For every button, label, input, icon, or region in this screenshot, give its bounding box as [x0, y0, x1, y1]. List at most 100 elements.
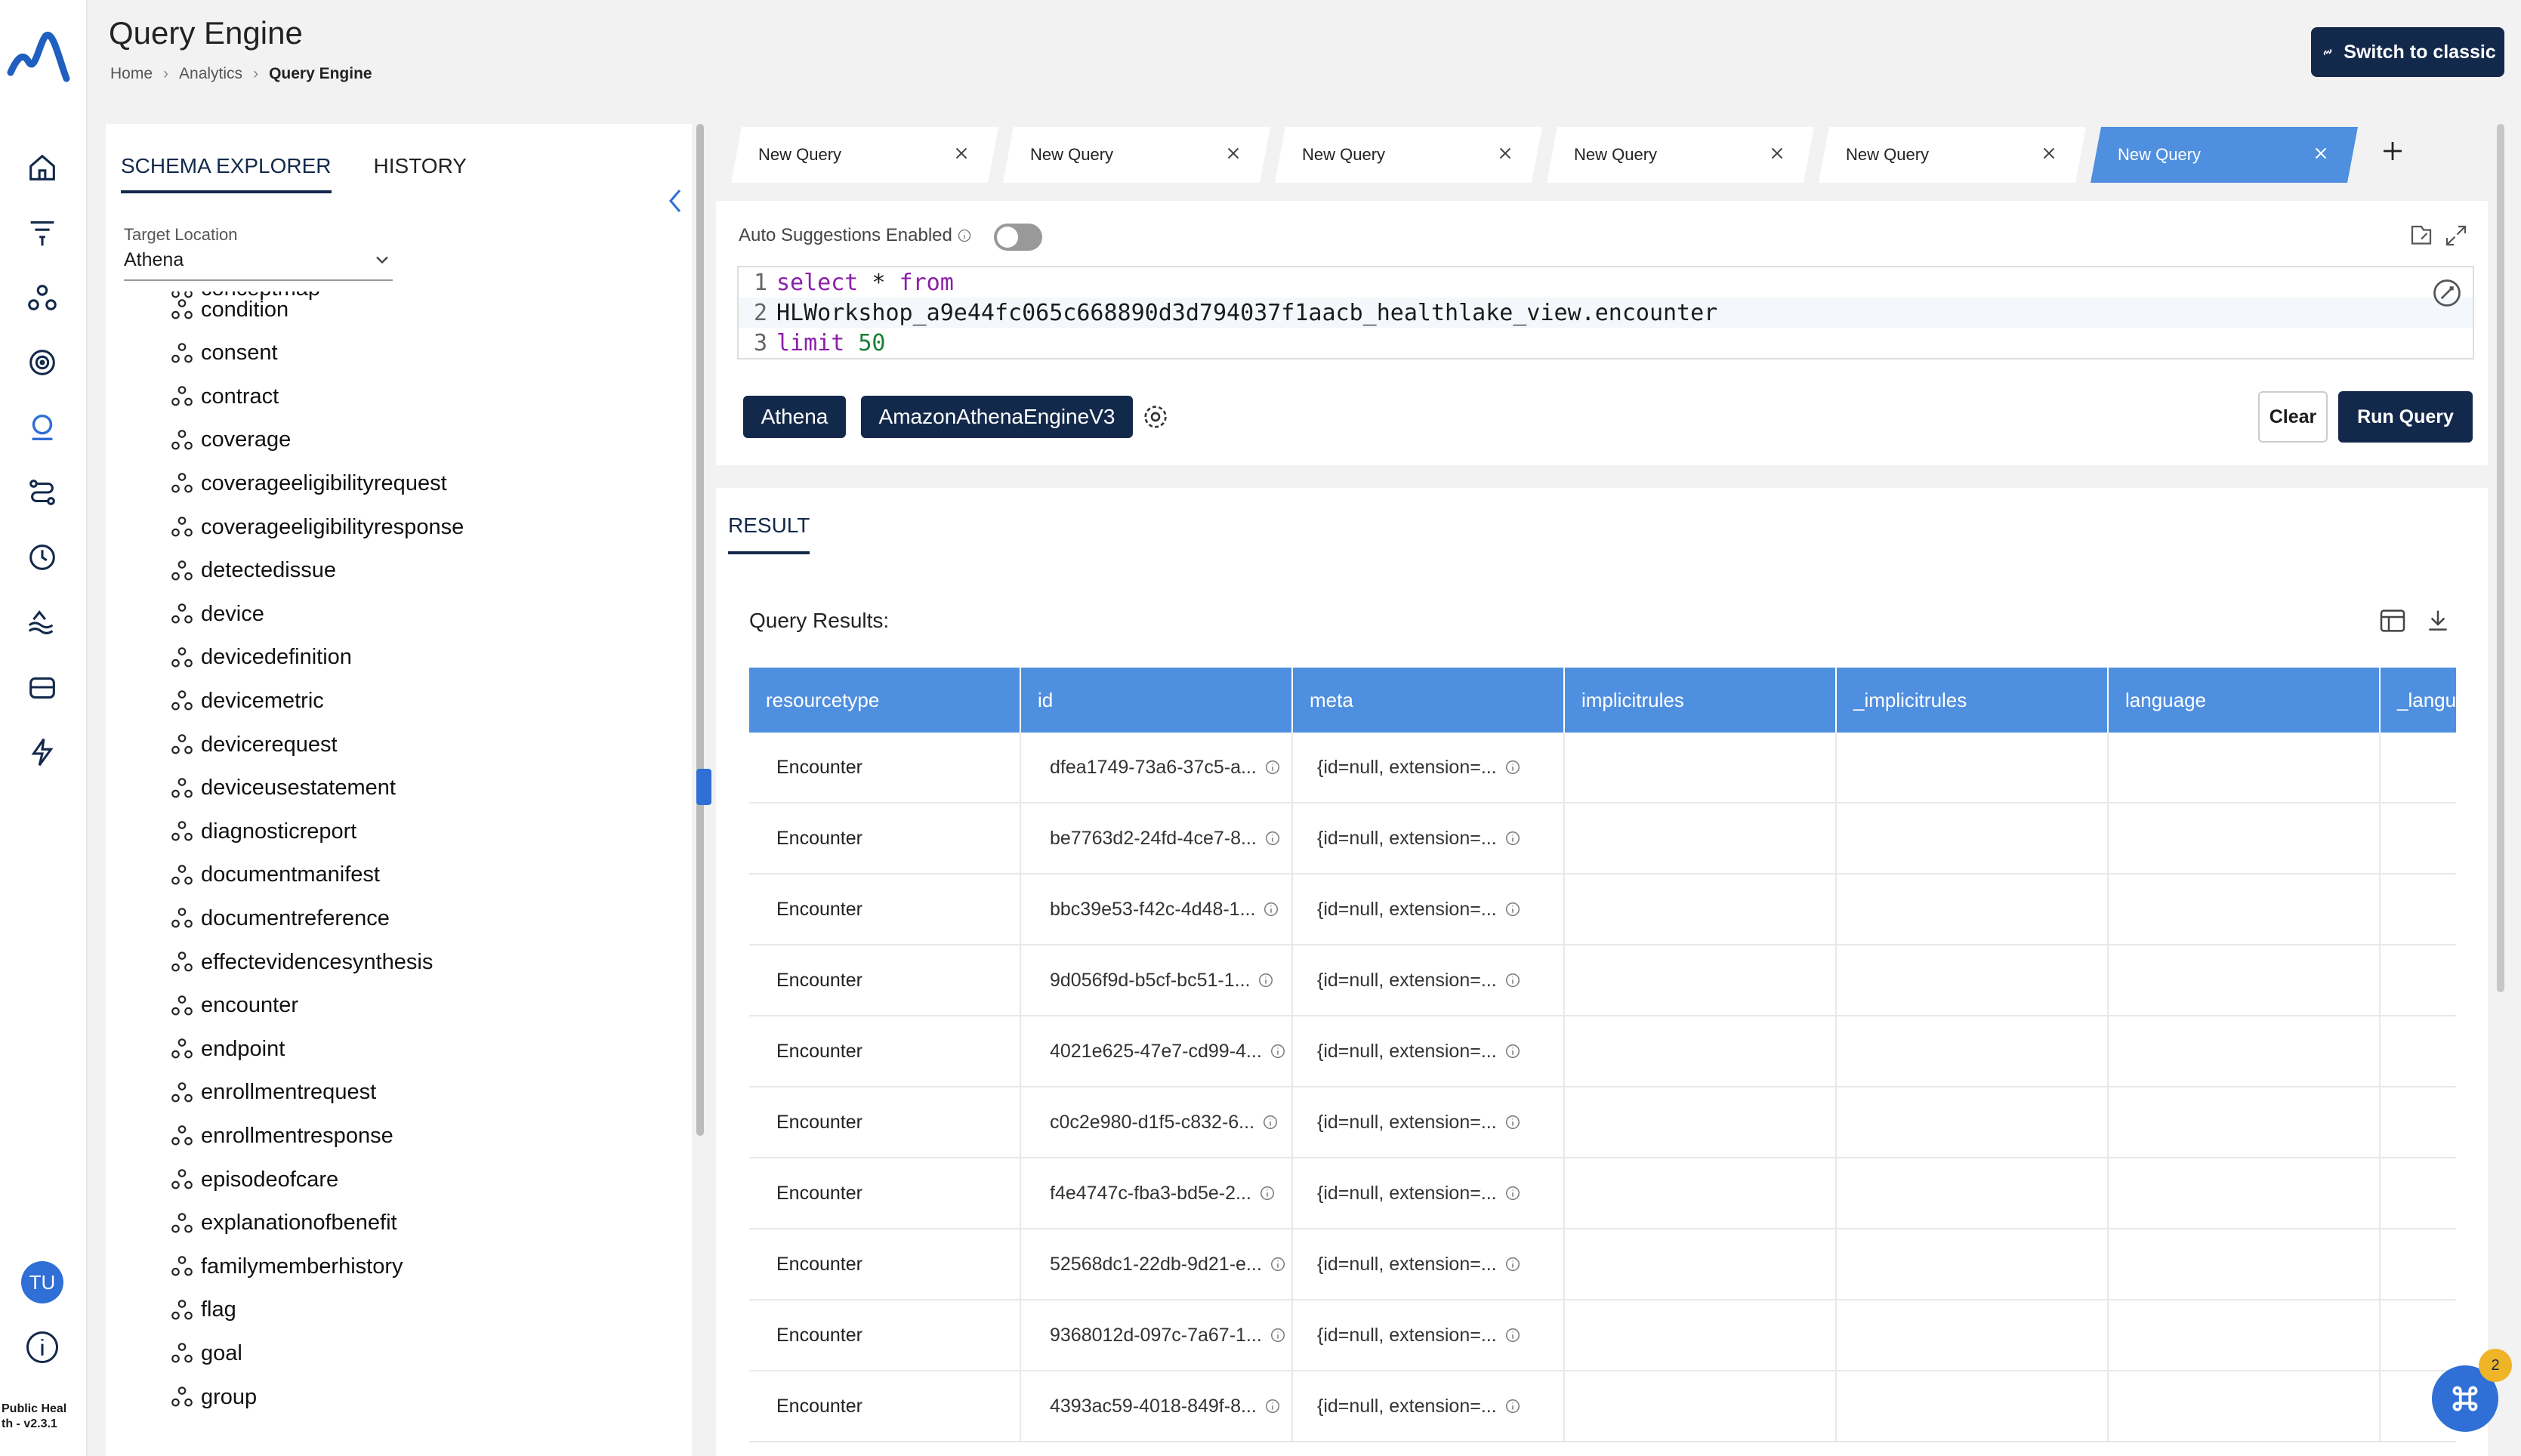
info-icon[interactable]: [1504, 1398, 1521, 1414]
schema-item[interactable]: devicerequest: [169, 730, 338, 760]
schema-item[interactable]: goal: [169, 1338, 242, 1368]
tab-schema-explorer[interactable]: SCHEMA EXPLORER: [121, 154, 332, 193]
schema-item[interactable]: diagnosticreport: [169, 816, 356, 847]
schema-item[interactable]: flag: [169, 1295, 236, 1325]
schema-item[interactable]: devicedefinition: [169, 643, 352, 673]
schema-item[interactable]: device: [169, 599, 264, 629]
schema-item[interactable]: group: [169, 1382, 257, 1412]
schema-item[interactable]: coverage: [169, 425, 291, 455]
column-header[interactable]: id: [1021, 668, 1293, 733]
close-icon[interactable]: [1495, 143, 1515, 163]
schema-item[interactable]: endpoint: [169, 1034, 285, 1064]
query-tab[interactable]: New Query: [1819, 127, 2086, 183]
info-icon[interactable]: [1263, 901, 1279, 918]
info-icon[interactable]: [1504, 1327, 1521, 1343]
info-icon[interactable]: [23, 1328, 62, 1367]
panel-resize-handle[interactable]: [696, 769, 711, 805]
clock-icon[interactable]: [23, 538, 62, 577]
column-header[interactable]: implicitrules: [1565, 668, 1837, 733]
query-tab[interactable]: New Query: [731, 127, 998, 183]
info-icon[interactable]: [1504, 1043, 1521, 1060]
open-file-icon[interactable]: [2408, 222, 2435, 249]
schema-item[interactable]: consent: [169, 338, 278, 369]
close-icon[interactable]: [2039, 143, 2059, 163]
query-tab[interactable]: New Query: [2091, 127, 2358, 183]
schema-item[interactable]: familymemberhistory: [169, 1251, 403, 1282]
column-header[interactable]: language: [2109, 668, 2381, 733]
expand-icon[interactable]: [2442, 222, 2470, 249]
clear-button[interactable]: Clear: [2258, 391, 2328, 443]
gear-icon[interactable]: [1140, 402, 1171, 432]
schema-item[interactable]: detectedissue: [169, 556, 336, 586]
info-icon[interactable]: [1270, 1327, 1286, 1343]
download-icon[interactable]: [2423, 606, 2453, 636]
info-icon[interactable]: [1504, 972, 1521, 989]
engine-version-chip[interactable]: AmazonAthenaEngineV3: [861, 396, 1133, 438]
home-icon[interactable]: [23, 148, 62, 187]
column-header[interactable]: meta: [1293, 668, 1565, 733]
schema-item[interactable]: enrollmentresponse: [169, 1121, 393, 1151]
page-scrollbar[interactable]: [2497, 124, 2504, 992]
breadcrumb-analytics[interactable]: Analytics: [179, 65, 242, 83]
data-lake-icon[interactable]: [23, 603, 62, 642]
schema-item[interactable]: coverageeligibilityresponse: [169, 512, 464, 542]
schema-item[interactable]: deviceusestatement: [169, 773, 396, 804]
close-icon[interactable]: [1223, 143, 1243, 163]
column-header[interactable]: _implicitrules: [1837, 668, 2109, 733]
info-icon[interactable]: [1504, 830, 1521, 847]
query-tab[interactable]: New Query: [1003, 127, 1270, 183]
table-row[interactable]: Encounter be7763d2-24fd-4ce7-8... {id=null…: [749, 804, 2456, 875]
target-location-select[interactable]: Athena: [124, 249, 393, 281]
query-engine-icon[interactable]: [23, 408, 62, 447]
info-icon[interactable]: [1504, 759, 1521, 776]
schema-item[interactable]: condition: [169, 295, 289, 325]
info-icon[interactable]: [1257, 972, 1274, 989]
table-row[interactable]: Encounter 4393ac59-4018-849f-8... {id=null…: [749, 1371, 2456, 1442]
tab-history[interactable]: HISTORY: [374, 154, 467, 193]
network-icon[interactable]: [23, 278, 62, 317]
engine-athena-chip[interactable]: Athena: [743, 396, 846, 438]
info-icon[interactable]: [1264, 1398, 1281, 1414]
table-row[interactable]: Encounter 9d056f9d-b5cf-bc51-1... {id=null…: [749, 945, 2456, 1016]
schema-item[interactable]: devicemetric: [169, 686, 324, 716]
info-icon[interactable]: [1259, 1185, 1276, 1202]
run-query-button[interactable]: Run Query: [2338, 391, 2473, 443]
schema-item[interactable]: documentreference: [169, 903, 390, 933]
table-row[interactable]: Encounter 52568dc1-22db-9d21-e... {id=null…: [749, 1229, 2456, 1300]
query-tab[interactable]: New Query: [1547, 127, 1814, 183]
info-icon[interactable]: [1270, 1256, 1286, 1272]
schema-item[interactable]: encounter: [169, 991, 298, 1021]
column-header[interactable]: resourcetype: [749, 668, 1021, 733]
tab-result[interactable]: RESULT: [728, 514, 810, 554]
info-icon[interactable]: [1264, 759, 1281, 776]
funnel-icon[interactable]: [23, 213, 62, 252]
switch-to-classic-button[interactable]: Switch to classic: [2311, 27, 2504, 77]
table-row[interactable]: Encounter dfea1749-73a6-37c5-a... {id=null…: [749, 733, 2456, 804]
settings-target-icon[interactable]: [23, 343, 62, 382]
close-icon[interactable]: [2311, 143, 2331, 163]
table-row[interactable]: Encounter f4e4747c-fba3-bd5e-2... {id=null…: [749, 1158, 2456, 1229]
schema-item[interactable]: enrollmentrequest: [169, 1078, 376, 1108]
schema-item[interactable]: explanationofbenefit: [169, 1208, 397, 1239]
app-logo-icon[interactable]: [6, 29, 73, 86]
table-row[interactable]: Encounter c0c2e980-d1f5-c832-6... {id=null…: [749, 1087, 2456, 1158]
close-icon[interactable]: [952, 143, 971, 163]
info-icon[interactable]: [1270, 1043, 1286, 1060]
auto-suggestions-toggle[interactable]: [994, 224, 1042, 251]
user-avatar[interactable]: TU: [21, 1261, 63, 1303]
add-tab-icon[interactable]: [2379, 137, 2406, 165]
schema-scrollbar[interactable]: [696, 124, 704, 1136]
schema-item[interactable]: contract: [169, 381, 279, 412]
workflow-icon[interactable]: [23, 473, 62, 512]
query-tab[interactable]: New Query: [1275, 127, 1542, 183]
table-settings-icon[interactable]: [2378, 606, 2408, 636]
collapse-panel-icon[interactable]: [665, 186, 687, 216]
info-icon[interactable]: [1262, 1114, 1279, 1131]
table-row[interactable]: Encounter 9368012d-097c-7a67-1... {id=null…: [749, 1300, 2456, 1371]
schema-item[interactable]: effectevidencesynthesis: [169, 947, 433, 977]
close-icon[interactable]: [1767, 143, 1787, 163]
schema-item[interactable]: episodeofcare: [169, 1164, 338, 1195]
lightning-icon[interactable]: [23, 733, 62, 772]
info-icon[interactable]: [1504, 1185, 1521, 1202]
info-icon[interactable]: [1504, 901, 1521, 918]
